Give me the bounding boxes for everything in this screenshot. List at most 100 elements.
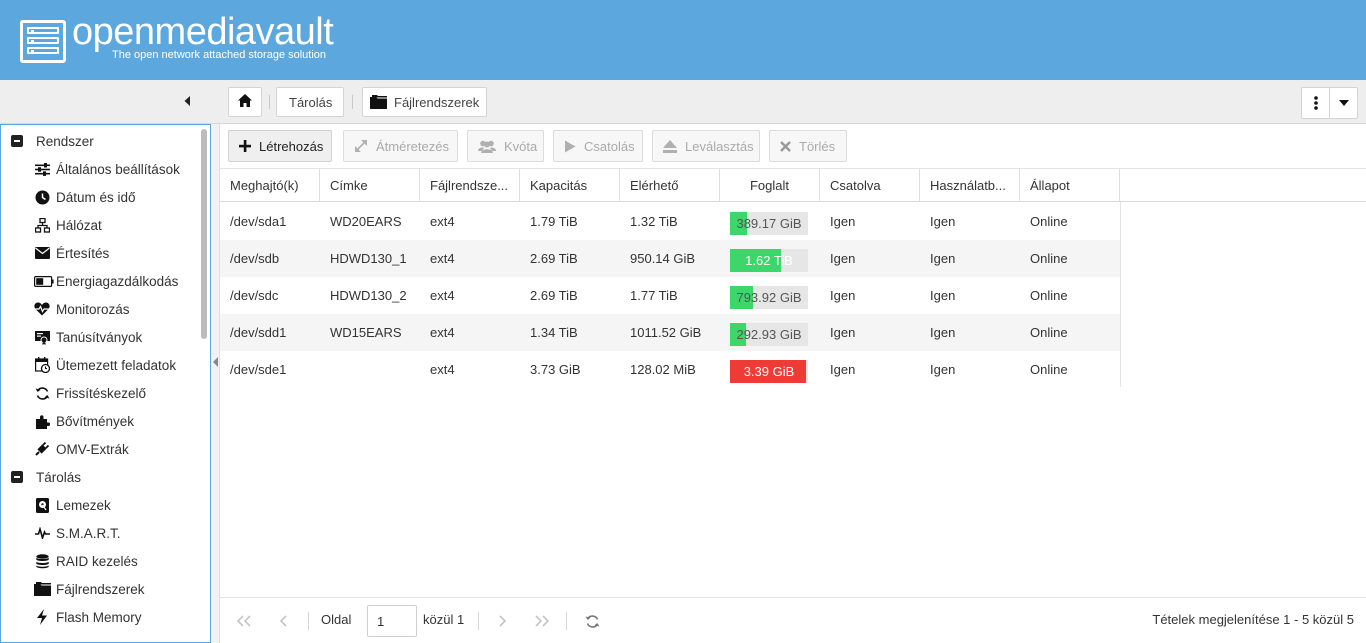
more-options-button[interactable]	[1302, 88, 1329, 118]
breadcrumb-bar: Tárolás Fájlrendszerek	[0, 80, 1366, 124]
sidebar-item-scheduled-jobs[interactable]: Ütemezett feladatok	[34, 351, 176, 379]
home-icon	[237, 93, 253, 111]
cell-status: Online	[1030, 288, 1068, 303]
network-icon	[34, 217, 50, 233]
page-number-input[interactable]	[367, 605, 417, 637]
cell-referenced: Igen	[930, 362, 956, 377]
column-header-capacity[interactable]: Kapacitás	[520, 169, 620, 202]
sidebar-item-network[interactable]: Hálózat	[34, 211, 102, 239]
refresh-icon[interactable]	[584, 613, 600, 629]
grid-header: Meghajtó(k) Címke Fájlrendsze... Kapacit…	[220, 169, 1366, 202]
cell-filesystem: ext4	[430, 325, 455, 340]
table-row[interactable]: /dev/sde1 ext4 3.73 GiB 128.02 MiB 3.39 …	[220, 351, 1120, 388]
column-header-label[interactable]: Címke	[320, 169, 420, 202]
puzzle-icon	[34, 413, 50, 429]
table-row[interactable]: /dev/sda1 WD20EARS ext4 1.79 TiB 1.32 Ti…	[220, 203, 1120, 240]
sidebar-item-filesystems[interactable]: Fájlrendszerek	[34, 575, 145, 603]
cell-label: WD15EARS	[330, 325, 402, 340]
column-header-status[interactable]: Állapot	[1020, 169, 1120, 202]
unmount-button[interactable]: Leválasztás	[652, 130, 760, 162]
cell-filesystem: ext4	[430, 251, 455, 266]
cell-device: /dev/sde1	[230, 362, 287, 377]
delete-button[interactable]: Törlés	[769, 130, 847, 162]
app-title: openmediavault	[72, 11, 334, 53]
pager-separator	[478, 612, 479, 630]
cell-available: 1011.52 GiB	[630, 325, 702, 340]
sliders-icon	[34, 161, 50, 177]
mount-button[interactable]: Csatolás	[553, 130, 643, 162]
resize-button[interactable]: Átméretezés	[343, 130, 458, 162]
cell-status: Online	[1030, 325, 1068, 340]
cell-available: 1.77 TiB	[630, 288, 678, 303]
cell-available: 1.32 TiB	[630, 214, 678, 229]
next-page-icon[interactable]	[494, 613, 510, 629]
close-icon	[780, 140, 791, 152]
sidebar-item-label: S.M.A.R.T.	[56, 525, 121, 541]
column-header-mounted[interactable]: Csatolva	[820, 169, 920, 202]
app-subtitle: The open network attached storage soluti…	[112, 49, 327, 61]
column-header-device[interactable]: Meghajtó(k)	[220, 169, 320, 202]
cell-filesystem: ext4	[430, 288, 455, 303]
navigation-sidebar: Rendszer Általános beállítások Dátum és …	[0, 124, 211, 643]
sidebar-item-disks[interactable]: Lemezek	[34, 491, 111, 519]
breadcrumb-filesystems[interactable]: Fájlrendszerek	[362, 87, 487, 117]
sidebar-item-date-time[interactable]: Dátum és idő	[34, 183, 136, 211]
sidebar-item-smart[interactable]: S.M.A.R.T.	[34, 519, 121, 547]
cell-label: HDWD130_2	[330, 288, 407, 303]
sidebar-scrollbar[interactable]	[201, 129, 207, 339]
dropdown-button[interactable]	[1329, 88, 1357, 118]
sidebar-item-label: Általános beállítások	[56, 161, 180, 177]
breadcrumb-storage[interactable]: Tárolás	[276, 87, 344, 117]
collapse-square-icon	[11, 471, 23, 483]
cell-capacity: 1.34 TiB	[530, 325, 578, 340]
sidebar-splitter[interactable]	[211, 124, 220, 643]
envelope-icon	[34, 245, 50, 261]
sidebar-item-raid[interactable]: RAID kezelés	[34, 547, 138, 575]
first-page-icon[interactable]	[236, 613, 252, 629]
sidebar-item-plugins[interactable]: Bővítmények	[34, 407, 134, 435]
sidebar-item-update-manager[interactable]: Frissítéskezelő	[34, 379, 146, 407]
sidebar-item-flash-memory[interactable]: Flash Memory	[34, 603, 142, 631]
breadcrumb-filesystems-label: Fájlrendszerek	[394, 94, 480, 110]
sidebar-item-label: Tanúsítványok	[56, 329, 143, 345]
cell-used: 3.39 GiB	[720, 351, 820, 388]
sidebar-item-certificates[interactable]: Tanúsítványok	[34, 323, 142, 351]
sidebar-section-storage[interactable]: Tárolás	[11, 463, 81, 491]
folder-icon	[370, 95, 388, 109]
usage-bar-label: 1.62 TiB	[745, 253, 793, 268]
breadcrumb-separator	[269, 95, 270, 109]
sidebar-item-monitoring[interactable]: Monitorozás	[34, 295, 130, 323]
table-row[interactable]: /dev/sdb HDWD130_1 ext4 2.69 TiB 950.14 …	[220, 240, 1120, 277]
cell-available: 950.14 GiB	[630, 251, 696, 266]
sidebar-item-omv-extras[interactable]: OMV-Extrák	[34, 435, 129, 463]
cell-device: /dev/sdd1	[230, 325, 287, 340]
usage-bar-label: 389.17 GiB	[736, 216, 802, 231]
home-button[interactable]	[228, 87, 262, 117]
previous-page-icon[interactable]	[276, 613, 292, 629]
last-page-icon[interactable]	[534, 613, 550, 629]
cell-label: WD20EARS	[330, 214, 402, 229]
logo-icon	[20, 20, 66, 63]
sidebar-item-notification[interactable]: Értesítés	[34, 239, 109, 267]
column-header-filesystem[interactable]: Fájlrendsze...	[420, 169, 520, 202]
create-button[interactable]: Létrehozás	[228, 130, 332, 162]
eject-icon	[663, 139, 677, 153]
clock-icon	[34, 189, 50, 205]
cell-device: /dev/sda1	[230, 214, 287, 229]
collapse-sidebar-icon[interactable]	[180, 93, 196, 109]
table-row[interactable]: /dev/sdd1 WD15EARS ext4 1.34 TiB 1011.52…	[220, 314, 1120, 351]
column-header-available[interactable]: Elérhető	[620, 169, 720, 202]
column-header-used[interactable]: Foglalt	[720, 169, 820, 202]
sidebar-item-power-management[interactable]: Energiagazdálkodás	[34, 267, 178, 295]
quota-button[interactable]: Kvóta	[467, 130, 544, 162]
plus-icon	[239, 140, 251, 152]
table-row[interactable]: /dev/sdc HDWD130_2 ext4 2.69 TiB 1.77 Ti…	[220, 277, 1120, 314]
column-header-referenced[interactable]: Használatb...	[920, 169, 1020, 202]
header-menu-group	[1301, 87, 1358, 119]
sidebar-item-label: Lemezek	[56, 497, 111, 513]
sidebar-section-label: Tárolás	[36, 469, 82, 485]
sidebar-section-system[interactable]: Rendszer	[11, 127, 94, 155]
usage-bar: 3.39 GiB	[730, 360, 808, 383]
sidebar-item-general-settings[interactable]: Általános beállítások	[34, 155, 180, 183]
cell-capacity: 2.69 TiB	[530, 251, 578, 266]
